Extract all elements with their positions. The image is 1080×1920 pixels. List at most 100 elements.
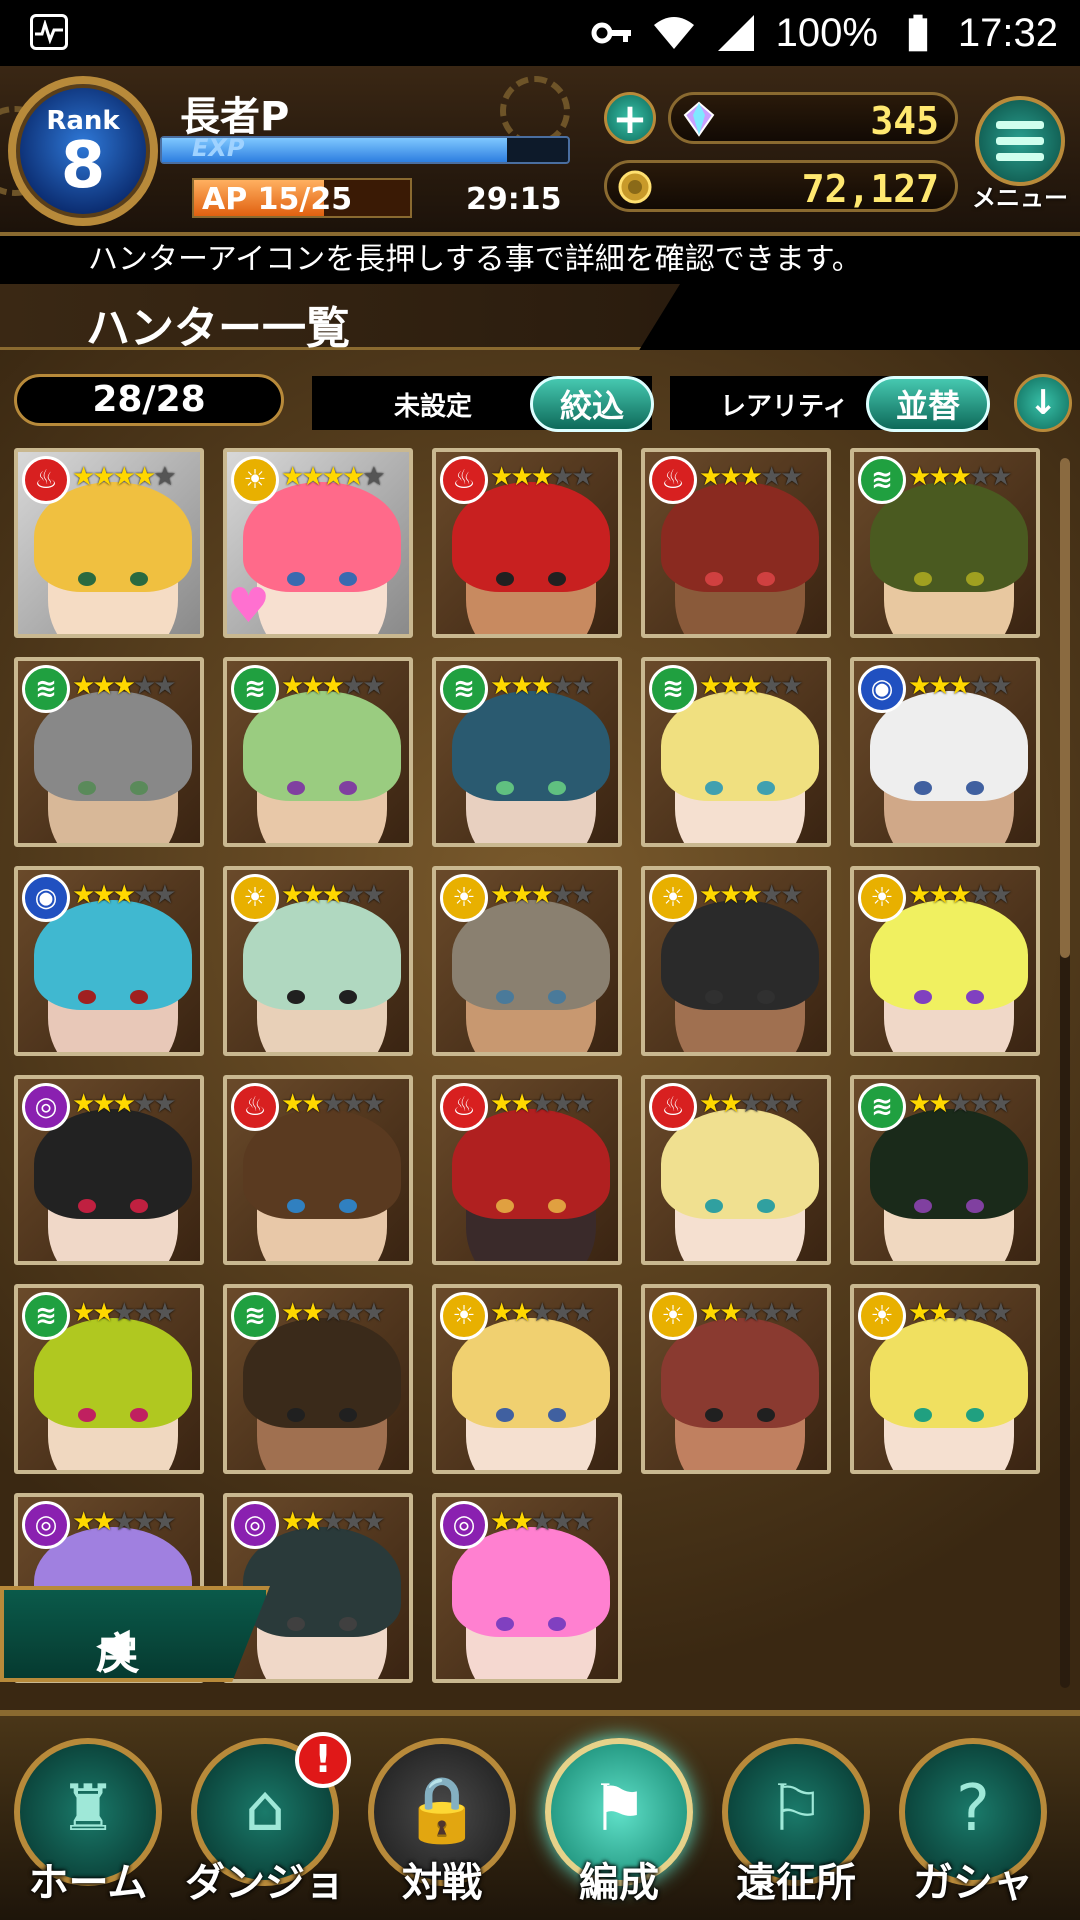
rarity-stars: ★★★★★ bbox=[281, 671, 386, 701]
hunter-card[interactable]: ≋ ★★★★★ bbox=[850, 448, 1040, 638]
player-header: Rank 8 長者P EXP AP 15/25 29:15 + 345 72,1… bbox=[0, 66, 1080, 236]
hunter-card[interactable]: ≋ ★★★★★ bbox=[14, 657, 204, 847]
filter-button[interactable]: 絞込 bbox=[530, 376, 654, 432]
hunter-card[interactable]: ≋ ★★★★★ bbox=[641, 657, 831, 847]
nav-label: ホーム bbox=[28, 1860, 148, 1906]
nav-home[interactable]: ♜ ホーム bbox=[10, 1738, 166, 1908]
hunter-card[interactable]: ♨ ★★★★★ bbox=[641, 448, 831, 638]
hint-text: ハンターアイコンを長押しする事で詳細を確認できます。 bbox=[0, 236, 1080, 284]
nav-formation[interactable]: ⚑ 編成 bbox=[541, 1738, 697, 1908]
light-attribute-icon: ☀ bbox=[231, 874, 279, 922]
hunter-card[interactable]: ☀ ★★★★★ bbox=[850, 866, 1040, 1056]
hunter-eyes bbox=[287, 990, 357, 1004]
hunter-eyes bbox=[287, 1617, 357, 1631]
water-attribute-icon: ◉ bbox=[22, 874, 70, 922]
hunter-eyes bbox=[496, 1617, 566, 1631]
add-gems-button[interactable]: + bbox=[604, 92, 656, 144]
hunter-card[interactable]: ◎ ★★★★★ bbox=[432, 1493, 622, 1683]
nav-dungeon[interactable]: ⌂ダンジョン! bbox=[185, 1732, 351, 1920]
wind-attribute-icon: ≋ bbox=[440, 665, 488, 713]
light-attribute-icon: ☀ bbox=[649, 874, 697, 922]
hunter-card[interactable]: ≋ ★★★★★ bbox=[850, 1075, 1040, 1265]
arrow-down-icon: ↓ bbox=[1028, 383, 1058, 423]
rarity-stars: ★★★★★ bbox=[490, 1089, 595, 1119]
scrollbar[interactable] bbox=[1060, 458, 1070, 1688]
menu-button[interactable]: メニュー bbox=[968, 96, 1072, 216]
rarity-stars: ★★★★★ bbox=[72, 1507, 177, 1537]
rarity-stars: ★★★★★ bbox=[490, 880, 595, 910]
rarity-stars: ★★★★★ bbox=[699, 1298, 804, 1328]
wind-attribute-icon: ≋ bbox=[858, 456, 906, 504]
hunter-card[interactable]: ☀ ★★★★★ bbox=[432, 1284, 622, 1474]
hunter-eyes bbox=[914, 990, 984, 1004]
hunter-card[interactable]: ☀ ★★★★★ bbox=[850, 1284, 1040, 1474]
fire-attribute-icon: ♨ bbox=[231, 1083, 279, 1131]
hunter-card[interactable]: ◉ ★★★★★ bbox=[14, 866, 204, 1056]
coin-count: 72,127 bbox=[801, 167, 939, 211]
team-icon: ⚑ bbox=[590, 1772, 648, 1846]
sort-button[interactable]: 並替 bbox=[866, 376, 990, 432]
hunter-card[interactable]: ♨ ★★★★★ bbox=[223, 1075, 413, 1265]
hunter-card[interactable]: ☀ ★★★★★ bbox=[641, 1284, 831, 1474]
nav-battle[interactable]: 🔒 対戦 bbox=[364, 1738, 520, 1908]
nav-label: ダンジョン bbox=[185, 1860, 345, 1920]
hunter-eyes bbox=[78, 572, 148, 586]
gravestone-icon: ? bbox=[956, 1772, 990, 1846]
hunter-card[interactable]: ♨ ★★★★★ bbox=[14, 448, 204, 638]
nav-expedition[interactable]: ⚐ 遠征所 bbox=[718, 1738, 874, 1908]
activity-icon bbox=[30, 14, 68, 50]
signal-icon bbox=[714, 11, 758, 55]
gem-count: 345 bbox=[870, 99, 939, 143]
hunter-card[interactable]: ☀ ★★★★★ bbox=[641, 866, 831, 1056]
ap-bar: AP 15/25 bbox=[192, 178, 412, 218]
light-attribute-icon: ☀ bbox=[440, 874, 488, 922]
light-attribute-icon: ☀ bbox=[440, 1292, 488, 1340]
hunter-card[interactable]: ◉ ★★★★★ bbox=[850, 657, 1040, 847]
rarity-stars: ★★★★★ bbox=[281, 1507, 386, 1537]
lock-icon: 🔒 bbox=[402, 1773, 482, 1847]
rarity-stars: ★★★★★ bbox=[490, 1298, 595, 1328]
battery-percent: 100% bbox=[775, 10, 878, 55]
hunter-eyes bbox=[914, 572, 984, 586]
hunter-card[interactable]: ♨ ★★★★★ bbox=[641, 1075, 831, 1265]
rarity-stars: ★★★★★ bbox=[72, 1298, 177, 1328]
rank-badge: Rank 8 bbox=[8, 76, 158, 226]
filter-label: 未設定 bbox=[394, 392, 473, 422]
fire-attribute-icon: ♨ bbox=[440, 456, 488, 504]
hunter-count: 28/28 bbox=[14, 374, 284, 426]
rarity-stars: ★★★★★ bbox=[490, 671, 595, 701]
hunter-eyes bbox=[496, 781, 566, 795]
hunter-eyes bbox=[496, 990, 566, 1004]
hunter-card[interactable]: ☀ ★★★★★ bbox=[432, 866, 622, 1056]
rarity-stars: ★★★★★ bbox=[72, 880, 177, 910]
hunter-card[interactable]: ♨ ★★★★★ bbox=[432, 448, 622, 638]
exp-bar: EXP bbox=[160, 134, 570, 164]
nav-gacha[interactable]: ? ガシャ bbox=[895, 1738, 1051, 1908]
castle-icon: ♜ bbox=[59, 1772, 117, 1846]
hunter-card[interactable]: ☀ ★★★★★ bbox=[223, 866, 413, 1056]
fire-attribute-icon: ♨ bbox=[440, 1083, 488, 1131]
hunter-eyes bbox=[78, 1199, 148, 1213]
hunter-card[interactable]: ≋ ★★★★★ bbox=[223, 1284, 413, 1474]
hunter-eyes bbox=[78, 781, 148, 795]
status-bar: 100% 17:32 bbox=[0, 0, 1080, 66]
filter-control: 未設定 絞込 bbox=[312, 376, 654, 432]
hunter-card[interactable]: ≋ ★★★★★ bbox=[223, 657, 413, 847]
back-button[interactable]: ◀ 戻る bbox=[0, 1586, 270, 1682]
rarity-stars: ★★★★★ bbox=[908, 1089, 1013, 1119]
hunter-card[interactable]: ◎ ★★★★★ bbox=[14, 1075, 204, 1265]
gem-icon bbox=[683, 101, 715, 137]
hunter-card[interactable]: ≋ ★★★★★ bbox=[432, 657, 622, 847]
sort-order-button[interactable]: ↓ bbox=[1014, 374, 1072, 432]
wind-attribute-icon: ≋ bbox=[858, 1083, 906, 1131]
wind-attribute-icon: ≋ bbox=[22, 1292, 70, 1340]
rarity-stars: ★★★★★ bbox=[490, 1507, 595, 1537]
dark-attribute-icon: ◎ bbox=[22, 1083, 70, 1131]
hunter-card[interactable]: ≋ ★★★★★ bbox=[14, 1284, 204, 1474]
hunter-card[interactable]: ☀ ★★★★★ ♥ bbox=[223, 448, 413, 638]
hunter-eyes bbox=[496, 1199, 566, 1213]
ap-label: AP 15/25 bbox=[202, 182, 353, 217]
fire-attribute-icon: ♨ bbox=[22, 456, 70, 504]
rarity-stars: ★★★★★ bbox=[281, 1089, 386, 1119]
hunter-card[interactable]: ♨ ★★★★★ bbox=[432, 1075, 622, 1265]
